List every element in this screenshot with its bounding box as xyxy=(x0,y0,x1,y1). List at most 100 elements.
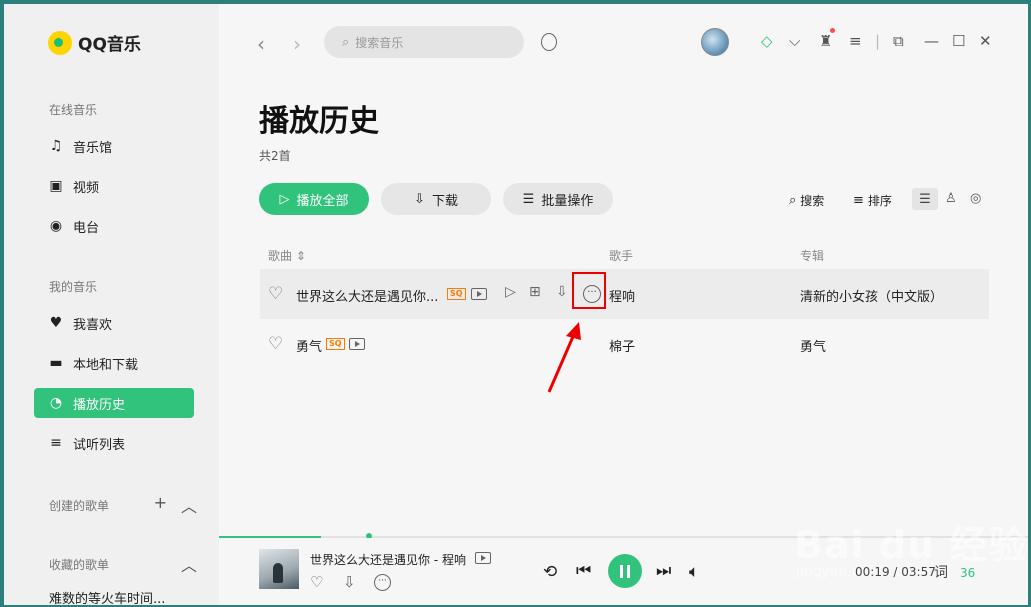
video-icon: ▣ xyxy=(49,178,63,194)
playlist-icon: ≡ xyxy=(50,435,62,451)
album-cell[interactable]: 清新的小女孩（中文版） xyxy=(800,286,943,305)
sidebar-item-video[interactable]: ▣ 视频 xyxy=(34,171,194,201)
add-to-playlist-icon[interactable]: ⊞ xyxy=(529,284,541,300)
sidebar-item-label: 电台 xyxy=(73,220,100,236)
collapse-collected-icon[interactable]: ︿ xyxy=(181,552,197,576)
heart-outline-icon[interactable]: ♡ xyxy=(268,284,283,304)
annotation-arrow xyxy=(547,322,581,393)
previous-track-icon[interactable]: ⏮ xyxy=(576,561,591,581)
column-artist-header: 歌手 xyxy=(609,249,634,263)
mv-icon[interactable] xyxy=(471,288,487,300)
pause-icon xyxy=(627,564,630,578)
sidebar-item-label: 试听列表 xyxy=(73,437,126,453)
queue-count[interactable]: 36 xyxy=(960,566,975,580)
voice-search-icon[interactable] xyxy=(541,33,557,51)
sidebar-item-music-hall[interactable]: ♫ 音乐馆 xyxy=(34,131,194,161)
song-title[interactable]: 世界这么大还是遇见你... xyxy=(296,286,438,305)
download-button[interactable]: ⇩ 下载 xyxy=(381,183,491,215)
artist-cell[interactable]: 程响 xyxy=(609,286,635,305)
sq-quality-badge: SQ xyxy=(447,288,466,300)
sidebar-item-label: 播放历史 xyxy=(73,397,126,413)
list-view-icon[interactable]: ☰ xyxy=(912,188,938,210)
batch-operation-button[interactable]: ☰ 批量操作 xyxy=(503,183,613,215)
sidebar-item-trial-list[interactable]: ≡ 试听列表 xyxy=(34,428,194,458)
batch-operation-label: 批量操作 xyxy=(541,193,594,209)
mv-icon[interactable] xyxy=(475,552,491,564)
download-icon[interactable]: ⇩ xyxy=(556,284,568,300)
my-music-title: 我的音乐 xyxy=(49,280,98,294)
vip-diamond-icon[interactable]: ◇ xyxy=(761,32,773,50)
sidebar-item-local-download[interactable]: ▬ 本地和下载 xyxy=(34,348,194,378)
more-options-icon[interactable]: ··· xyxy=(374,574,391,591)
heart-outline-icon[interactable]: ♡ xyxy=(310,573,323,591)
album-cover[interactable] xyxy=(259,549,299,589)
table-row[interactable]: ♡ 世界这么大还是遇见你... SQ ▷ ⊞ ⇩ ··· 程响 清新的小女孩（中… xyxy=(260,269,989,319)
batch-list-icon: ☰ xyxy=(522,191,535,207)
music-note-icon: ♫ xyxy=(49,138,63,154)
skin-shirt-icon[interactable]: ♜ xyxy=(819,32,832,50)
page-title: 播放历史 xyxy=(259,104,379,139)
lyrics-button[interactable]: 词 xyxy=(934,562,948,582)
search-icon: ⌕ xyxy=(789,193,797,208)
song-title[interactable]: 勇气 xyxy=(296,336,322,355)
pause-button[interactable] xyxy=(608,554,642,588)
download-icon: ⇩ xyxy=(414,191,425,207)
loop-mode-icon[interactable]: ⟲ xyxy=(543,562,557,582)
album-cell[interactable]: 勇气 xyxy=(800,336,826,355)
sidebar-item-favorites[interactable]: ♥ 我喜欢 xyxy=(34,308,194,338)
sidebar-item-radio[interactable]: ◉ 电台 xyxy=(34,211,194,241)
divider: | xyxy=(875,32,881,50)
app-logo[interactable]: QQ音乐 xyxy=(48,30,141,55)
online-music-title: 在线音乐 xyxy=(49,103,98,117)
now-playing-title[interactable]: 世界这么大还是遇见你 - 程响 xyxy=(310,551,466,568)
heart-icon: ♥ xyxy=(49,315,63,331)
mv-icon[interactable] xyxy=(349,338,365,350)
sidebar-item-label: 本地和下载 xyxy=(73,357,139,373)
song-count: 共2首 xyxy=(259,149,291,163)
menu-icon[interactable]: ≡ xyxy=(849,32,862,50)
back-arrow-icon[interactable]: ‹ xyxy=(257,32,265,56)
radio-icon: ◉ xyxy=(49,218,63,234)
download-label: 下载 xyxy=(431,193,458,209)
sort-tool[interactable]: ≡ 排序 xyxy=(853,192,892,209)
forward-arrow-icon[interactable]: › xyxy=(293,32,301,56)
play-icon[interactable]: ▷ xyxy=(505,284,516,300)
sort-icon: ≡ xyxy=(853,193,864,208)
close-icon[interactable]: ✕ xyxy=(979,32,992,50)
mini-mode-icon[interactable]: ⧉ xyxy=(893,32,904,50)
volume-icon[interactable]: 🔈︎ xyxy=(689,562,699,582)
top-bar: ‹ › ⌕ 搜索音乐 ◇ ⌵ ♜ ≡ | ⧉ — ☐ ✕ xyxy=(219,4,1028,84)
monitor-icon: ▬ xyxy=(49,355,63,371)
maximize-icon[interactable]: ☐ xyxy=(952,32,965,50)
chevron-down-icon[interactable]: ⌵ xyxy=(789,32,800,50)
heart-outline-icon[interactable]: ♡ xyxy=(268,334,283,354)
artist-cell[interactable]: 棉子 xyxy=(609,336,635,355)
column-song-header[interactable]: 歌曲 ⇕ xyxy=(268,247,306,264)
column-album-header: 专辑 xyxy=(800,249,825,263)
search-input[interactable]: ⌕ 搜索音乐 xyxy=(324,26,524,58)
collected-playlists-row: 收藏的歌单 ︿ xyxy=(49,552,197,576)
next-track-icon[interactable]: ⏭ xyxy=(656,561,671,581)
search-tool-label: 搜索 xyxy=(800,194,825,208)
sidebar-item-label: 音乐馆 xyxy=(73,140,113,156)
sidebar: QQ音乐 在线音乐 ♫ 音乐馆 ▣ 视频 ◉ 电台 我的音乐 ♥ 我喜欢 ▬ 本… xyxy=(4,4,219,605)
play-all-button[interactable]: ▷ 播放全部 xyxy=(259,183,369,215)
sidebar-item-play-history[interactable]: ◔ 播放历史 xyxy=(34,388,194,418)
download-icon[interactable]: ⇩ xyxy=(343,573,356,591)
sq-quality-badge: SQ xyxy=(326,338,345,350)
search-placeholder: 搜索音乐 xyxy=(355,35,404,50)
collected-playlist-item[interactable]: 难数的等火车时间... xyxy=(49,588,165,605)
user-avatar[interactable] xyxy=(701,28,729,56)
search-tool[interactable]: ⌕ 搜索 xyxy=(789,192,824,209)
add-playlist-icon[interactable]: + xyxy=(154,493,167,517)
collapse-created-icon[interactable]: ︿ xyxy=(181,493,197,517)
sort-tool-label: 排序 xyxy=(867,194,892,208)
annotation-highlight-box xyxy=(572,272,606,309)
minimize-icon[interactable]: — xyxy=(924,32,939,50)
album-view-icon[interactable]: ◎ xyxy=(970,191,981,206)
play-all-label: 播放全部 xyxy=(296,193,349,209)
created-playlists-title: 创建的歌单 xyxy=(49,498,110,513)
artist-view-icon[interactable]: ♙ xyxy=(945,191,957,206)
baidu-watermark: Bai du 经验 xyxy=(794,523,1028,567)
table-row[interactable]: ♡ 勇气 SQ 棉子 勇气 xyxy=(260,319,989,369)
